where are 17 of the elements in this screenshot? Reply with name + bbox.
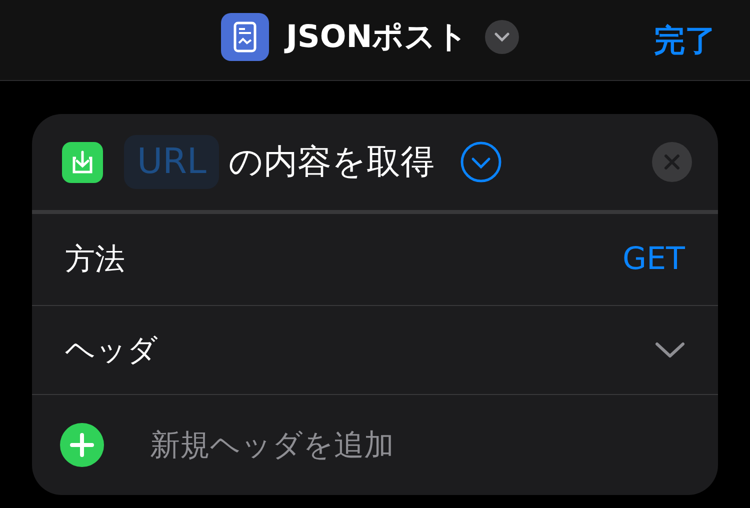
done-button[interactable]: 完了 xyxy=(654,18,716,64)
add-icon xyxy=(60,423,104,467)
document-icon xyxy=(221,13,269,61)
chevron-down-icon xyxy=(494,32,510,42)
expand-chevron-icon[interactable] xyxy=(460,141,502,183)
row-label: ヘッダ xyxy=(65,332,158,370)
chevron-down-icon xyxy=(655,341,685,359)
close-icon xyxy=(664,154,680,170)
title-menu-button[interactable] xyxy=(485,20,520,54)
row-label: 方法 xyxy=(65,241,125,279)
add-header-row[interactable]: 新規ヘッダを追加 xyxy=(32,395,718,495)
shortcut-title: JSONポスト xyxy=(286,18,468,57)
headers-row[interactable]: ヘッダ xyxy=(32,306,718,395)
method-value[interactable]: GET xyxy=(622,236,685,283)
download-icon xyxy=(62,142,103,182)
add-header-label: 新規ヘッダを追加 xyxy=(150,426,394,464)
action-title: の内容を取得 xyxy=(228,140,434,184)
